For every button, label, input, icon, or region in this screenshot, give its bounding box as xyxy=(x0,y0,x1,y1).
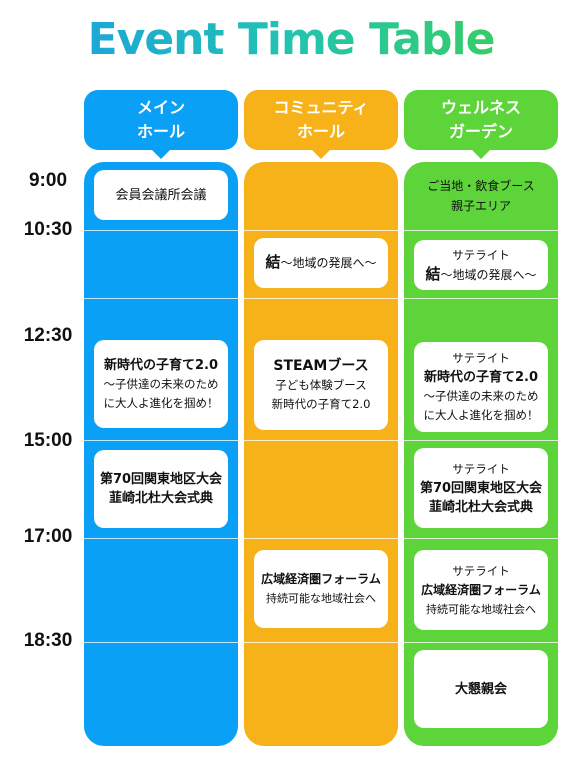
column-header-line: コミュニティ xyxy=(273,98,369,117)
event-title: 韮崎北杜大会式典 xyxy=(108,491,213,506)
pointer-arrow-icon xyxy=(471,149,491,159)
time-divider xyxy=(404,298,558,299)
event-title: 親子エリア xyxy=(450,199,511,213)
event-card-sat-musubi[interactable]: サテライト 結～地域の発展へ～ xyxy=(414,240,548,290)
event-title-bold: 結 xyxy=(425,264,441,283)
event-card-musubi[interactable]: 結～地域の発展へ～ xyxy=(254,238,388,288)
event-card-taikai[interactable]: 第70回関東地区大会 韮崎北杜大会式典 xyxy=(94,450,228,528)
time-divider xyxy=(404,538,558,539)
column-wellness-garden: ご当地・飲食ブース 親子エリア サテライト 結～地域の発展へ～ サテライト 新時… xyxy=(404,162,558,746)
column-header-line: メイン xyxy=(136,98,185,117)
pointer-arrow-icon xyxy=(151,149,171,159)
time-divider xyxy=(244,230,398,231)
satellite-label: サテライト xyxy=(452,563,510,578)
event-title: 結～地域の発展へ～ xyxy=(425,265,536,285)
satellite-label: サテライト xyxy=(452,351,510,365)
event-subtitle: 持続可能な地域社会へ xyxy=(426,602,536,616)
event-title: ご当地・飲食ブース xyxy=(427,179,535,193)
event-title-bold: 結 xyxy=(265,253,281,271)
event-title-rest: ～地域の発展へ～ xyxy=(440,267,537,282)
event-subtitle: 新時代の子育て2.0 xyxy=(271,396,371,411)
event-title-rest: ～地域の発展へ～ xyxy=(280,256,377,270)
column-header-main-hall: メイン ホール xyxy=(84,90,238,159)
page-title: Event Time Table xyxy=(0,14,582,65)
time-divider xyxy=(404,440,558,441)
event-title: 広域経済圏フォーラム xyxy=(421,582,541,597)
event-title: 第70回関東地区大会 xyxy=(99,472,223,487)
event-subtitle: 持続可能な地域社会へ xyxy=(266,592,376,605)
time-divider xyxy=(244,642,398,643)
event-card-sat-taikai[interactable]: サテライト 第70回関東地区大会 韮崎北杜大会式典 xyxy=(414,448,548,528)
event-subtitle: に大人よ進化を掴め！ xyxy=(423,408,539,422)
column-header-line: ガーデン xyxy=(448,122,513,141)
time-label-0900: 9:00 xyxy=(28,170,68,191)
time-label-1700: 17:00 xyxy=(23,526,73,547)
time-divider xyxy=(84,440,238,441)
time-label-1830: 18:30 xyxy=(23,630,73,651)
event-title: 結～地域の発展へ～ xyxy=(265,253,376,273)
event-title: 韮崎北杜大会式典 xyxy=(428,499,533,515)
column-header-line: ホール xyxy=(296,122,345,141)
event-card-kosodate[interactable]: 新時代の子育て2.0 ～子供達の未来のため に大人よ進化を掴め！ xyxy=(94,340,228,428)
event-card-sat-kosodate[interactable]: サテライト 新時代の子育て2.0 ～子供達の未来のため に大人よ進化を掴め！ xyxy=(414,342,548,432)
time-divider xyxy=(84,538,238,539)
event-title: 第70回関東地区大会 xyxy=(419,480,543,496)
event-card-konshinkai[interactable]: 大懇親会 xyxy=(414,650,548,728)
satellite-label: サテライト xyxy=(452,461,510,476)
column-header-wellness-garden: ウェルネス ガーデン xyxy=(404,90,558,159)
column-main-hall: 会員会議所会議 新時代の子育て2.0 ～子供達の未来のため に大人よ進化を掴め！… xyxy=(84,162,238,746)
event-title: 大懇親会 xyxy=(454,681,507,697)
event-subtitle: に大人よ進化を掴め！ xyxy=(103,395,219,410)
time-divider xyxy=(84,230,238,231)
event-subtitle: ～子供達の未来のため xyxy=(423,389,539,403)
time-divider xyxy=(84,298,238,299)
time-divider xyxy=(244,440,398,441)
time-divider xyxy=(244,538,398,539)
event-card-kaigi[interactable]: 会員会議所会議 xyxy=(94,170,228,220)
event-subtitle: 子ども体験ブース xyxy=(275,377,367,392)
column-header-line: ウェルネス xyxy=(440,98,521,117)
time-divider xyxy=(404,642,558,643)
event-subtitle: ～子供達の未来のため xyxy=(103,376,219,391)
event-title: STEAMブース xyxy=(273,357,369,374)
event-title: 新時代の子育て2.0 xyxy=(103,357,219,373)
event-card-steam[interactable]: STEAMブース 子ども体験ブース 新時代の子育て2.0 xyxy=(254,340,388,430)
event-food-area: ご当地・飲食ブース 親子エリア xyxy=(404,176,558,216)
event-title: 会員会議所会議 xyxy=(115,187,207,203)
time-label-1500: 15:00 xyxy=(23,430,73,451)
event-title: 広域経済圏フォーラム xyxy=(261,572,381,586)
time-divider xyxy=(244,298,398,299)
pointer-arrow-icon xyxy=(311,149,331,159)
event-title: 新時代の子育て2.0 xyxy=(423,370,539,385)
column-community-hall: 結～地域の発展へ～ STEAMブース 子ども体験ブース 新時代の子育て2.0 広… xyxy=(244,162,398,746)
event-card-forum[interactable]: 広域経済圏フォーラム 持続可能な地域社会へ xyxy=(254,550,388,628)
time-divider xyxy=(84,642,238,643)
time-label-1230: 12:30 xyxy=(23,325,73,346)
time-label-1030: 10:30 xyxy=(23,219,73,240)
satellite-label: サテライト xyxy=(452,247,510,262)
column-header-community-hall: コミュニティ ホール xyxy=(244,90,398,159)
column-header-line: ホール xyxy=(136,122,185,141)
event-card-sat-forum[interactable]: サテライト 広域経済圏フォーラム 持続可能な地域社会へ xyxy=(414,550,548,630)
time-divider xyxy=(404,230,558,231)
